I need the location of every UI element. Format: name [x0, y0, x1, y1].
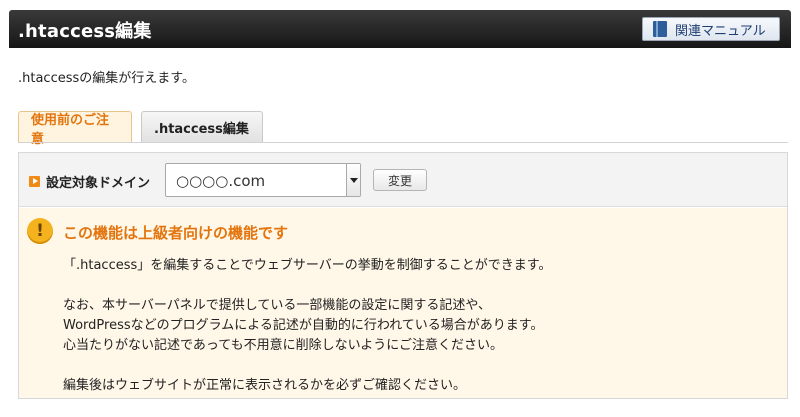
- arrow-right-icon: [29, 176, 40, 187]
- page-title: .htaccess編集: [18, 21, 152, 42]
- domain-select[interactable]: ○○○○.com: [165, 163, 361, 197]
- book-icon: [653, 21, 667, 37]
- domain-selector-row: 設定対象ドメイン ○○○○.com 変更: [19, 153, 787, 207]
- notice-line: WordPressなどのプログラムによる記述が自動的に行われている場合があります…: [63, 318, 544, 333]
- tab-usage-notes[interactable]: 使用前のご注意: [18, 111, 132, 147]
- domain-select-value: ○○○○.com: [176, 172, 266, 190]
- notice-line: なお、本サーバーパネルで提供している一部機能の設定に関する記述や、: [63, 298, 491, 313]
- related-manual-button[interactable]: 関連マニュアル: [642, 17, 780, 41]
- notice-line: 編集後はウェブサイトが正常に表示されるかを必ずご確認ください。: [63, 378, 467, 393]
- chevron-down-icon[interactable]: [346, 164, 360, 196]
- tab-divider: [18, 142, 788, 143]
- domain-label-text: 設定対象ドメイン: [46, 176, 151, 191]
- related-manual-label: 関連マニュアル: [675, 23, 766, 39]
- notice-line: 心当たりがない記述であっても不用意に削除しないようにご注意ください。: [63, 338, 504, 353]
- domain-label: 設定対象ドメイン: [29, 172, 150, 191]
- content-panel: 設定対象ドメイン ○○○○.com 変更 ! この機能は上級者向けの機能です 「…: [18, 152, 788, 399]
- notice-title: この機能は上級者向けの機能です: [63, 224, 289, 242]
- warning-icon: !: [27, 218, 53, 244]
- page-header: .htaccess編集 関連マニュアル: [9, 10, 791, 48]
- notice-box: ! この機能は上級者向けの機能です 「.htaccess」を編集することでウェブ…: [19, 208, 787, 398]
- change-domain-button[interactable]: 変更: [373, 169, 427, 191]
- page-description: .htaccessの編集が行えます。: [18, 71, 195, 86]
- notice-line: 「.htaccess」を編集することでウェブサーバーの挙動を制御することができま…: [63, 258, 552, 273]
- tab-htaccess-edit[interactable]: .htaccess編集: [141, 111, 263, 143]
